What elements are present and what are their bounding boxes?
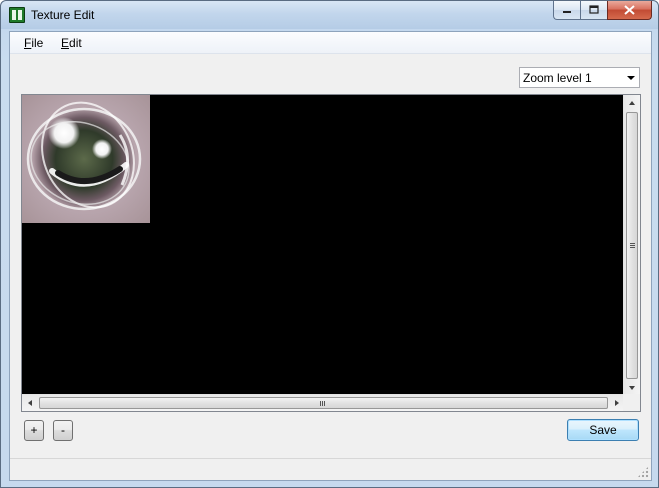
- scroll-left-icon[interactable]: [28, 400, 32, 406]
- texture-canvas[interactable]: [22, 95, 625, 396]
- chevron-down-icon: [627, 76, 635, 80]
- save-button[interactable]: Save: [567, 419, 639, 441]
- scroll-down-icon[interactable]: [629, 386, 635, 390]
- maximize-button[interactable]: [580, 1, 607, 20]
- vertical-scroll-thumb[interactable]: [626, 112, 638, 379]
- zoom-out-button[interactable]: -: [53, 420, 73, 441]
- zoom-level-value: Zoom level 1: [523, 71, 592, 85]
- grip-icon: [320, 401, 326, 406]
- horizontal-scroll-thumb[interactable]: [39, 397, 608, 409]
- close-button[interactable]: [607, 1, 652, 20]
- grip-icon: [630, 243, 635, 249]
- zoom-level-select[interactable]: Zoom level 1: [519, 67, 640, 88]
- menu-file[interactable]: File: [24, 36, 43, 50]
- texture-image: [22, 95, 150, 223]
- vertical-scrollbar[interactable]: [623, 95, 640, 396]
- status-strip: [10, 458, 651, 480]
- scrollbar-corner: [623, 394, 640, 411]
- window-frame: Texture Edit File Edit Zoom level 1 + - …: [0, 0, 659, 488]
- menu-bar: File Edit: [10, 32, 651, 54]
- caption-buttons: [553, 1, 652, 21]
- window-title: Texture Edit: [31, 8, 95, 22]
- menu-file-label: ile: [31, 36, 44, 50]
- resize-grip-icon[interactable]: [637, 466, 649, 478]
- minimize-button[interactable]: [553, 1, 580, 20]
- close-icon: [624, 5, 635, 15]
- scroll-up-icon[interactable]: [629, 101, 635, 105]
- texture-app-icon: [9, 7, 25, 23]
- texture-viewport[interactable]: [21, 94, 641, 412]
- menu-edit-accel: E: [61, 36, 70, 50]
- menu-edit[interactable]: Edit: [61, 36, 82, 50]
- client-area: File Edit Zoom level 1 + - Save: [9, 31, 652, 481]
- maximize-icon: [589, 5, 599, 14]
- title-bar[interactable]: Texture Edit: [1, 1, 658, 29]
- smiley-orb-texture: [26, 101, 142, 211]
- menu-edit-label: dit: [69, 36, 82, 50]
- minimize-icon: [563, 11, 571, 13]
- horizontal-scrollbar[interactable]: [22, 394, 625, 411]
- zoom-in-button[interactable]: +: [24, 420, 44, 441]
- scroll-right-icon[interactable]: [615, 400, 619, 406]
